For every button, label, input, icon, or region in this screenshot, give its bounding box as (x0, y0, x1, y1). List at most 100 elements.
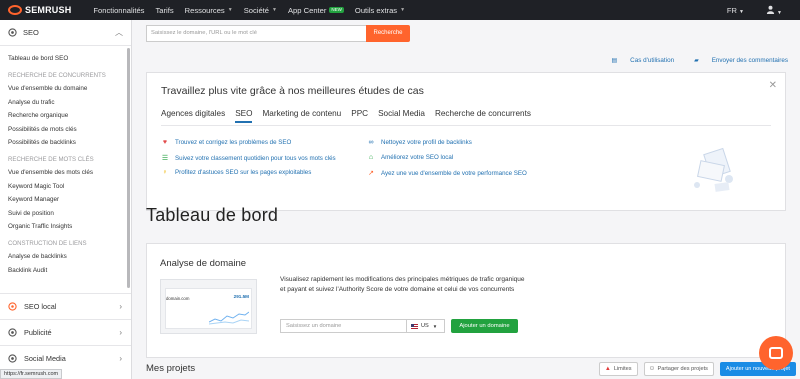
sidebar-item-backlink-audit[interactable]: Backlink Audit (0, 264, 131, 278)
share-projects-button[interactable]: ⚇ Partager des projets (643, 362, 714, 376)
tab-seo[interactable]: SEO (235, 109, 253, 123)
search-input[interactable]: Saisissez le domaine, l'URL ou le mot cl… (146, 25, 368, 42)
tab-divider (161, 125, 771, 126)
main-content: Saisissez le domaine, l'URL ou le mot cl… (132, 20, 800, 379)
nav-outils-extras[interactable]: Outils extras ▼ (355, 6, 405, 15)
tab-ppc[interactable]: PPC (351, 109, 368, 123)
sidebar-item-keyword-manager[interactable]: Keyword Manager (0, 193, 131, 207)
sidebar-item-possibilites-backlinks[interactable]: Possibilités de backlinks (0, 136, 131, 150)
tab-marketing-contenu[interactable]: Marketing de contenu (262, 109, 341, 123)
chevron-right-icon: › (119, 354, 122, 363)
trend-chart-icon (209, 311, 249, 325)
seo-icon (8, 28, 17, 37)
user-icon[interactable]: ▼ (766, 5, 782, 16)
status-bar-url: https://fr.semrush.com (0, 369, 63, 379)
new-badge: NEW (329, 7, 344, 13)
tab-recherche-concurrents[interactable]: Recherche de concurrents (435, 109, 531, 123)
domain-analysis-heading: Analyse de domaine (160, 258, 247, 269)
feature-link[interactable]: ⌂ Améliorez votre SEO local (367, 154, 453, 161)
case-study-illustration (694, 147, 733, 192)
top-nav-menu: Fonctionnalités Tarifs Ressources ▼ Socié… (93, 6, 416, 15)
sidebar-item-vue-ensemble-mots-cles[interactable]: Vue d'ensemble des mots clés (0, 166, 131, 180)
domain-analysis-card: Analyse de domaine domain.com 291.5M Vis… (146, 243, 786, 358)
map-pin-icon (8, 302, 17, 311)
sidebar-group-label: CONSTRUCTION DE LIENS (8, 239, 87, 247)
case-study-card: Travaillez plus vite grâce à nos meilleu… (146, 72, 786, 211)
database-select[interactable]: US ▼ (406, 319, 445, 333)
sidebar-group-label: RECHERCHE DE MOTS CLÉS (8, 155, 94, 163)
language-selector[interactable]: FR ▼ (727, 6, 744, 15)
social-icon (8, 354, 17, 363)
chevron-down-icon: ▼ (227, 7, 233, 13)
chevron-down-icon: ▼ (272, 7, 277, 13)
sidebar-section-seo[interactable]: SEO ︿ (0, 20, 131, 46)
chevron-down-icon: ▼ (739, 8, 744, 15)
semrush-flame-icon (8, 5, 22, 15)
top-right-controls: FR ▼ ▼ (727, 0, 782, 20)
sidebar-item-analyse-backlinks[interactable]: Analyse de backlinks (0, 250, 131, 264)
limits-button[interactable]: ▲ Limites (598, 362, 638, 376)
top-navigation-bar: SEMRUSH Fonctionnalités Tarifs Ressource… (0, 0, 800, 20)
close-icon[interactable]: ✕ (769, 80, 777, 91)
top-links: ▤ Cas d'utilisation ▰ Envoyer des commenta… (592, 57, 789, 64)
case-study-tabs: Agences digitales SEO Marketing de conte… (161, 109, 541, 123)
sidebar-item-keyword-magic-tool[interactable]: Keyword Magic Tool (0, 180, 131, 194)
checklist-icon: ☰ (161, 155, 169, 162)
case-study-title: Travaillez plus vite grâce à nos meilleu… (161, 85, 424, 97)
tab-social-media[interactable]: Social Media (378, 109, 425, 123)
comment-icon: ▰ (694, 58, 699, 64)
warning-icon: ▲ (604, 366, 611, 372)
feedback-link[interactable]: ▰ Envoyer des commentaires (684, 57, 788, 64)
book-icon: ▤ (611, 58, 618, 64)
semrush-logo[interactable]: SEMRUSH (8, 5, 71, 15)
search-button[interactable]: Recherche (366, 25, 410, 42)
chat-icon (769, 347, 783, 359)
chevron-right-icon: › (119, 302, 122, 311)
page-title: Tableau de bord (146, 205, 279, 225)
lightbulb-icon: ♀ (162, 169, 168, 176)
target-icon (8, 328, 17, 337)
feature-link[interactable]: ∞ Nettoyez votre profil de backlinks (367, 139, 472, 146)
sidebar-group-label: RECHERCHE DE CONCURRENTS (8, 71, 106, 79)
trend-icon: ↗ (368, 170, 374, 177)
sidebar-item-suivi-position[interactable]: Suivi de position (0, 207, 131, 221)
domain-analysis-description: Visualisez rapidement les modifications … (280, 276, 525, 293)
sidebar-section-seo-local[interactable]: SEO local › (0, 293, 131, 319)
heart-icon: ♥ (162, 139, 168, 146)
sidebar-section-social-media[interactable]: Social Media › (0, 345, 131, 371)
sidebar-scrollbar[interactable] (127, 48, 130, 288)
sidebar-item-recherche-organique[interactable]: Recherche organique (0, 109, 131, 123)
sidebar-item-possibilites-mots-cles[interactable]: Possibilités de mots clés (0, 123, 131, 137)
feature-link[interactable]: ↗ Ayez une vue d'ensemble de votre perfor… (367, 169, 527, 178)
tab-agences-digitales[interactable]: Agences digitales (161, 109, 225, 123)
feature-link[interactable]: ☰ Suivez votre classement quotidien pour … (161, 154, 336, 163)
sidebar: SEO ︿ Tableau de bord SEO RECHERCHE DE C… (0, 20, 132, 379)
link-icon: ∞ (368, 139, 374, 146)
chevron-up-icon: ︿ (115, 28, 123, 37)
sidebar-list: Tableau de bord SEO RECHERCHE DE CONCURR… (0, 46, 131, 277)
projects-heading: Mes projets (146, 363, 196, 374)
domain-input[interactable]: Saisissez un domaine (280, 319, 408, 333)
feature-link[interactable]: ♥ Trouvez et corrigez les problèmes de SE… (161, 139, 291, 146)
add-domain-button[interactable]: Ajouter un domaine (451, 319, 518, 333)
chevron-right-icon: › (119, 328, 122, 337)
sidebar-item-analyse-trafic[interactable]: Analyse du trafic (0, 96, 131, 110)
nav-fonctionnalites[interactable]: Fonctionnalités (93, 6, 144, 15)
store-icon: ⌂ (368, 154, 374, 161)
chevron-down-icon: ▼ (400, 7, 406, 13)
sidebar-item-tableau-de-bord-seo[interactable]: Tableau de bord SEO (0, 52, 131, 66)
mock-value: 291.5M (233, 294, 249, 299)
chevron-down-icon: ▼ (777, 9, 782, 16)
nav-ressources[interactable]: Ressources ▼ (185, 6, 233, 15)
sidebar-section-publicite[interactable]: Publicité › (0, 319, 131, 345)
feature-link[interactable]: ♀ Profitez d'astuces SEO sur les pages ex… (161, 169, 311, 176)
sidebar-item-organic-traffic-insights[interactable]: Organic Traffic Insights (0, 220, 131, 234)
nav-tarifs[interactable]: Tarifs (155, 6, 173, 15)
mock-domain: domain.com (166, 296, 190, 301)
domain-analysis-illustration: domain.com 291.5M (160, 279, 257, 334)
sidebar-item-vue-ensemble-domaine[interactable]: Vue d'ensemble du domaine (0, 82, 131, 96)
nav-app-center[interactable]: App Center NEW (288, 6, 344, 15)
nav-societe[interactable]: Société ▼ (244, 6, 277, 15)
chat-widget-button[interactable] (759, 336, 793, 370)
use-cases-link[interactable]: ▤ Cas d'utilisation (602, 57, 675, 64)
